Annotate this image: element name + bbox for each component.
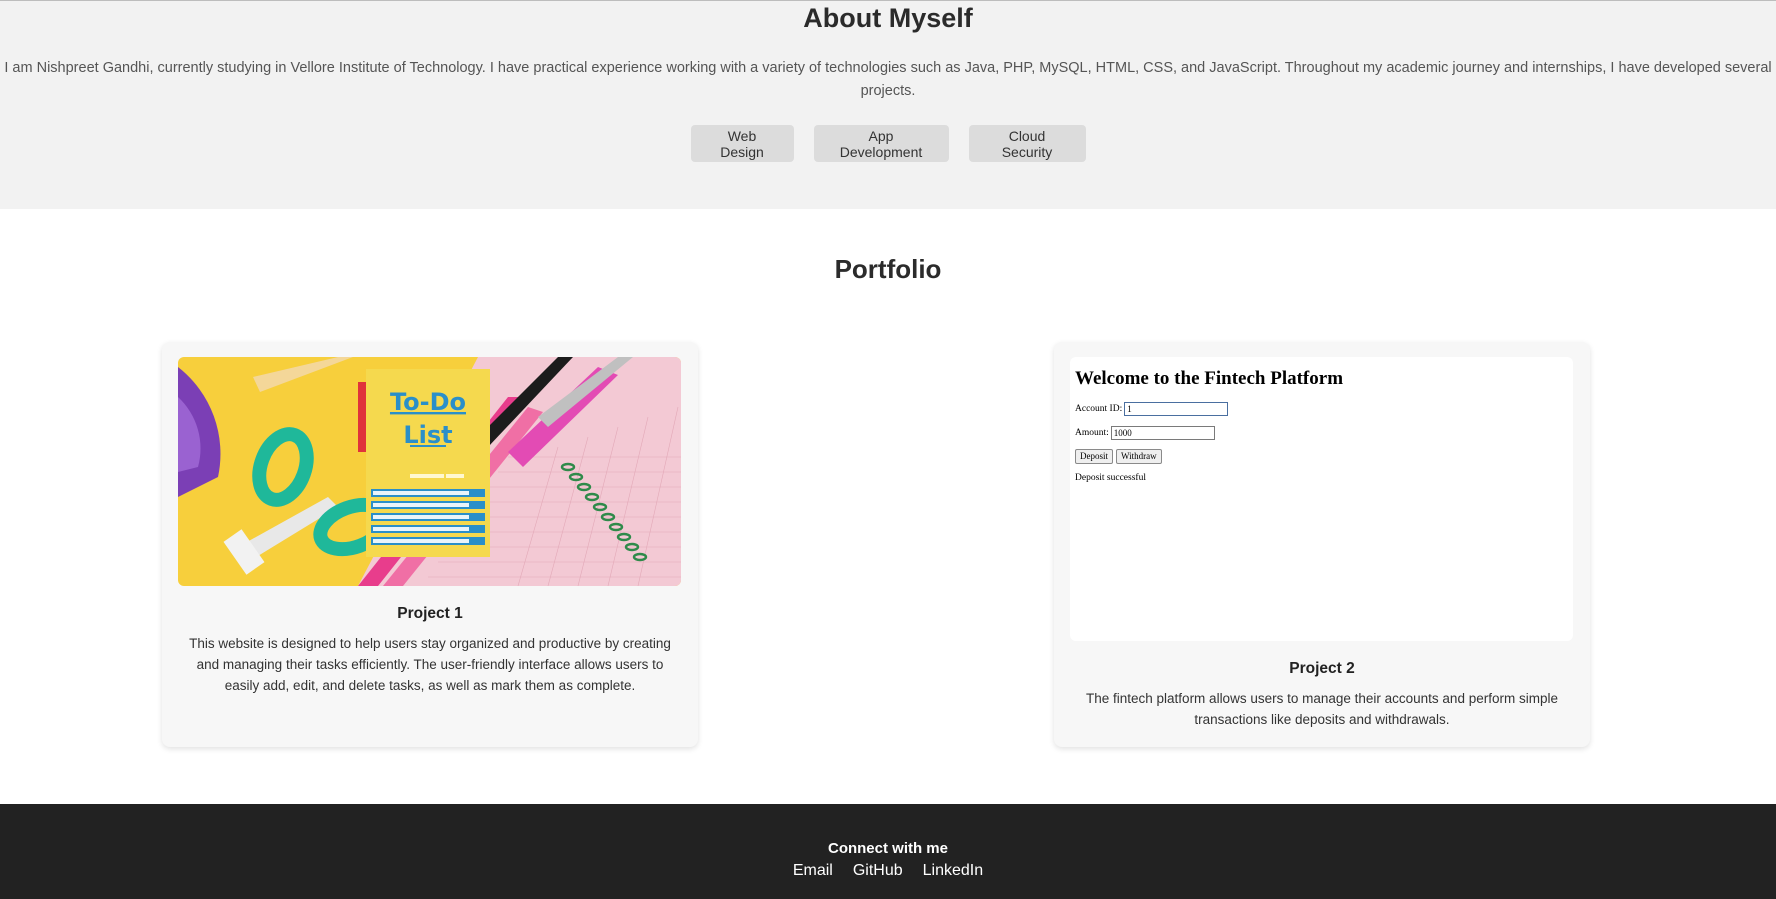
skill-cloud-security[interactable]: Cloud Security <box>968 125 1086 162</box>
github-link[interactable]: GitHub <box>853 862 903 880</box>
footer: Connect with me Email GitHub LinkedIn <box>0 804 1776 899</box>
amount-field: 1000 <box>1110 426 1215 440</box>
withdraw-button: Withdraw <box>1116 449 1162 464</box>
project-2-title: Project 2 <box>1289 660 1355 677</box>
skills-list: Web Design App Development Cloud Securit… <box>0 125 1776 162</box>
skill-web-design[interactable]: Web Design <box>690 125 794 162</box>
project-2-description: The fintech platform allows users to man… <box>1086 691 1558 727</box>
project-2-image: Welcome to the Fintech Platform Account … <box>1070 357 1573 641</box>
project-1-description: This website is designed to help users s… <box>189 636 671 693</box>
skill-app-development[interactable]: App Development <box>813 125 949 162</box>
portfolio-title: Portfolio <box>834 254 942 284</box>
about-title: About Myself <box>803 3 973 33</box>
amount-label: Amount: <box>1075 428 1109 438</box>
fintech-heading: Welcome to the Fintech Platform <box>1075 368 1344 389</box>
todo-heading-line2: List <box>403 421 452 449</box>
footer-heading: Connect with me <box>827 840 948 857</box>
account-row: Account ID: 1 <box>1075 402 1229 416</box>
amount-row: Amount: 1000 <box>1075 426 1215 440</box>
about-section: About Myself I am Nishpreet Gandhi, curr… <box>0 0 1776 209</box>
account-label: Account ID: <box>1075 404 1123 414</box>
project-1-image: To-Do List <box>178 357 681 586</box>
project-card-2[interactable]: Welcome to the Fintech Platform Account … <box>1054 342 1590 747</box>
project-card-1[interactable]: To-Do List Project 1 This website is des… <box>162 342 698 747</box>
transaction-status: Deposit successful <box>1075 473 1146 483</box>
linkedin-link[interactable]: LinkedIn <box>923 862 984 880</box>
about-text: I am Nishpreet Gandhi, currently studyin… <box>4 60 1772 99</box>
account-id-field: 1 <box>1124 402 1229 416</box>
social-links: Email GitHub LinkedIn <box>0 862 1776 880</box>
deposit-button: Deposit <box>1075 449 1113 464</box>
todo-heading-line1: To-Do <box>390 388 466 416</box>
email-link[interactable]: Email <box>793 862 833 880</box>
project-1-title: Project 1 <box>397 605 463 622</box>
transaction-buttons: Deposit Withdraw <box>1075 449 1162 464</box>
